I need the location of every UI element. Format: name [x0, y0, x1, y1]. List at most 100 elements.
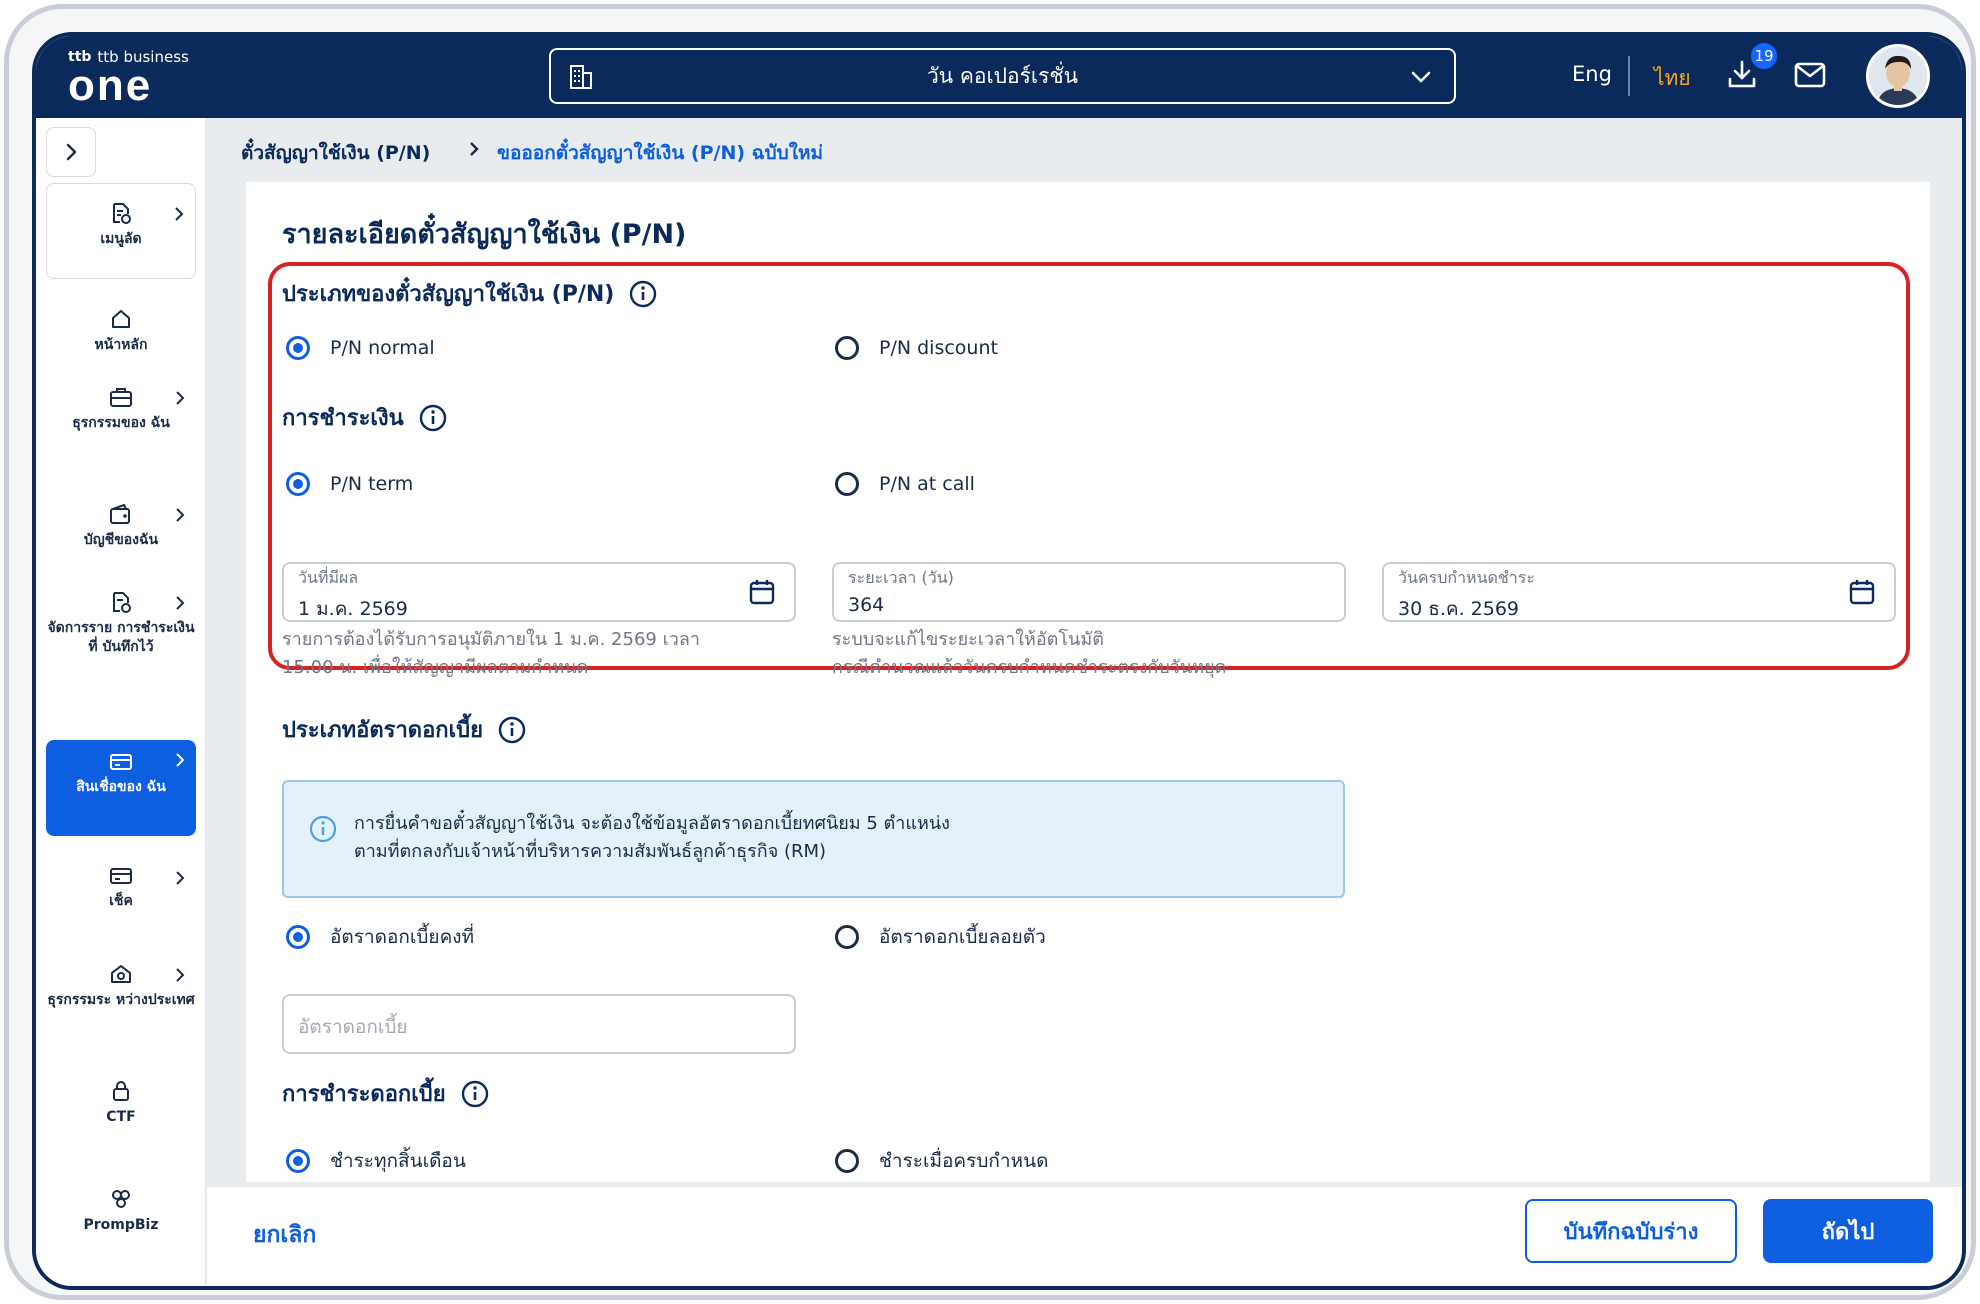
radio-dot [835, 336, 859, 360]
chevron-right-icon [176, 968, 185, 982]
sidebar-item-cheque[interactable]: เช็ค [46, 866, 196, 926]
app-screen: ttb ttb business one วัน คอเปอร์เรชั่น En… [32, 32, 1966, 1290]
radio-dot [835, 1149, 859, 1173]
radio-label: P/N term [330, 473, 414, 495]
mail-icon[interactable] [1794, 62, 1826, 88]
breadcrumb-current: ขอออกตั๋วสัญญาใช้เงิน (P/N) ฉบับใหม่ [497, 142, 824, 164]
section-label: ประเภทของตั๋วสัญญาใช้เงิน (P/N) [282, 282, 615, 307]
maturity-date-field[interactable]: วันครบกำหนดชำระ 30 ธ.ค. 2569 [1382, 562, 1896, 622]
helper-line: กรณีคำนวณแล้ววันครบกำหนดชำระตรงกับวันหยุ… [832, 657, 1227, 678]
field-label: วันครบกำหนดชำระ [1398, 568, 1535, 587]
section-title-rate-type: ประเภทอัตราดอกเบี้ย [282, 712, 527, 747]
card-icon [110, 754, 132, 770]
radio-label: ชำระทุกสิ้นเดือน [330, 1150, 466, 1172]
radio-pn-discount[interactable]: P/N discount [835, 336, 998, 360]
radio-floating-rate[interactable]: อัตราดอกเบี้ยลอยตัว [835, 922, 1046, 952]
section-label: การชำระเงิน [282, 406, 404, 431]
language-divider [1628, 56, 1630, 96]
radio-label: P/N normal [330, 337, 435, 359]
radio-label: อัตราดอกเบี้ยคงที่ [330, 926, 475, 948]
calendar-icon[interactable] [1848, 578, 1876, 606]
input-placeholder: อัตราดอกเบี้ย [298, 1016, 408, 1038]
save-draft-button[interactable]: บันทึกฉบับร่าง [1525, 1199, 1737, 1263]
info-icon[interactable] [628, 279, 658, 309]
chevron-down-icon [1411, 71, 1431, 83]
info-icon[interactable] [418, 403, 448, 433]
chevron-right-icon [176, 753, 185, 767]
section-label: ประเภทอัตราดอกเบี้ย [282, 718, 483, 743]
cancel-button[interactable]: ยกเลิก [253, 1217, 316, 1253]
user-portrait-icon [1869, 47, 1927, 105]
radio-monthly-interest[interactable]: ชำระทุกสิ้นเดือน [286, 1146, 466, 1176]
chevron-right-icon [470, 142, 479, 156]
sidebar-item-my-transactions[interactable]: ธุรกรรมของ ฉัน [46, 386, 196, 466]
brand-logo[interactable]: ttb ttb business one [68, 48, 189, 108]
sidebar-item-saved-payments[interactable]: จัดการราย การชำระเงินที่ บันทึกไว้ [46, 591, 196, 691]
helper-line: 15.00 น. เพื่อให้สัญญามีผลตามกำหนด [282, 657, 589, 678]
radio-label: P/N discount [879, 337, 998, 359]
sidebar-expand-button[interactable] [46, 127, 96, 177]
calendar-icon[interactable] [748, 578, 776, 606]
helper-line: ระบบจะแก้ไขระยะเวลาให้อัตโนมัติ [832, 629, 1104, 650]
briefcase-icon [110, 388, 132, 407]
field-label: ระยะเวลา (วัน) [848, 568, 954, 587]
company-name: วัน คอเปอร์เรชั่น [927, 63, 1078, 88]
user-avatar[interactable] [1866, 44, 1930, 108]
next-button[interactable]: ถัดไป [1763, 1199, 1933, 1263]
radio-pn-at-call[interactable]: P/N at call [835, 472, 975, 496]
breadcrumb-parent[interactable]: ตั๋วสัญญาใช้เงิน (P/N) [241, 138, 430, 168]
sidebar-item-label: ธุรกรรมระ หว่างประเทศ [47, 992, 195, 1008]
section-title-interest-payment: การชำระดอกเบี้ย [282, 1076, 490, 1111]
effective-date-field[interactable]: วันที่มีผล 1 ม.ค. 2569 [282, 562, 796, 622]
footer-actions: ยกเลิก บันทึกฉบับร่าง ถัดไป [207, 1186, 1962, 1286]
document-edit-icon [113, 592, 131, 613]
radio-maturity-interest[interactable]: ชำระเมื่อครบกำหนด [835, 1146, 1048, 1176]
sidebar-item-shortcuts[interactable]: เมนูลัด [46, 183, 196, 279]
sidebar-item-my-accounts[interactable]: บัญชีของฉัน [46, 503, 196, 563]
sidebar-item-home[interactable]: หน้าหลัก [46, 308, 196, 368]
rate-info-alert: การยื่นคำขอตั๋วสัญญาใช้เงิน จะต้องใช้ข้อ… [282, 780, 1345, 898]
section-label: การชำระดอกเบี้ย [282, 1082, 446, 1107]
sidebar-item-prompbiz[interactable]: PrompBiz [46, 1188, 196, 1248]
language-english[interactable]: Eng [1572, 62, 1612, 86]
info-icon[interactable] [460, 1079, 490, 1109]
sidebar-item-label: PrompBiz [83, 1217, 159, 1233]
download-count-badge: 19 [1749, 41, 1779, 71]
radio-dot [835, 472, 859, 496]
sidebar-item-label: ธุรกรรมของ ฉัน [72, 415, 170, 431]
radio-label: P/N at call [879, 473, 975, 495]
building-icon [570, 65, 592, 89]
interest-rate-input[interactable]: อัตราดอกเบี้ย [282, 994, 796, 1054]
duration-helper: ระบบจะแก้ไขระยะเวลาให้อัตโนมัติ กรณีคำนว… [832, 626, 1226, 682]
radio-label: ชำระเมื่อครบกำหนด [879, 1150, 1049, 1172]
field-value: 364 [848, 594, 885, 616]
language-thai[interactable]: ไทย [1654, 62, 1691, 95]
sidebar-item-label: สินเชื่อของ ฉัน [76, 779, 166, 795]
sidebar-item-ctf[interactable]: CTF [46, 1080, 196, 1140]
info-line: ตามที่ตกลงกับเจ้าหน้าที่บริหารความสัมพัน… [354, 841, 827, 862]
cheque-icon [110, 868, 132, 884]
chevron-right-icon [176, 871, 185, 885]
document-edit-icon [113, 203, 131, 224]
chevron-right-icon [176, 596, 185, 610]
helper-line: รายการต้องได้รับการอนุมัติภายใน 1 ม.ค. 2… [282, 629, 700, 650]
section-title-payment: การชำระเงิน [282, 400, 448, 435]
sidebar-item-label: เช็ค [109, 893, 133, 909]
company-selector[interactable]: วัน คอเปอร์เรชั่น [549, 48, 1456, 104]
effective-date-helper: รายการต้องได้รับการอนุมัติภายใน 1 ม.ค. 2… [282, 626, 700, 682]
device-frame: ttb ttb business one วัน คอเปอร์เรชั่น En… [4, 4, 1976, 1300]
duration-field[interactable]: ระยะเวลา (วัน) 364 [832, 562, 1346, 622]
sidebar: เมนูลัด หน้าหลัก ธุรกรรมของ ฉัน บัญชีของ… [36, 118, 206, 1286]
sidebar-item-label: หน้าหลัก [94, 337, 148, 353]
sidebar-item-international[interactable]: ธุรกรรมระ หว่างประเทศ [46, 963, 196, 1043]
radio-label: อัตราดอกเบี้ยลอยตัว [879, 926, 1046, 948]
radio-dot [286, 336, 310, 360]
field-label: วันที่มีผล [298, 568, 359, 587]
radio-pn-term[interactable]: P/N term [286, 472, 413, 496]
radio-pn-normal[interactable]: P/N normal [286, 336, 435, 360]
sidebar-item-my-loans[interactable]: สินเชื่อของ ฉัน [46, 740, 196, 836]
prompbiz-icon [112, 1190, 130, 1208]
info-icon[interactable] [497, 715, 527, 745]
radio-fixed-rate[interactable]: อัตราดอกเบี้ยคงที่ [286, 922, 474, 952]
chevron-right-icon [66, 143, 77, 161]
